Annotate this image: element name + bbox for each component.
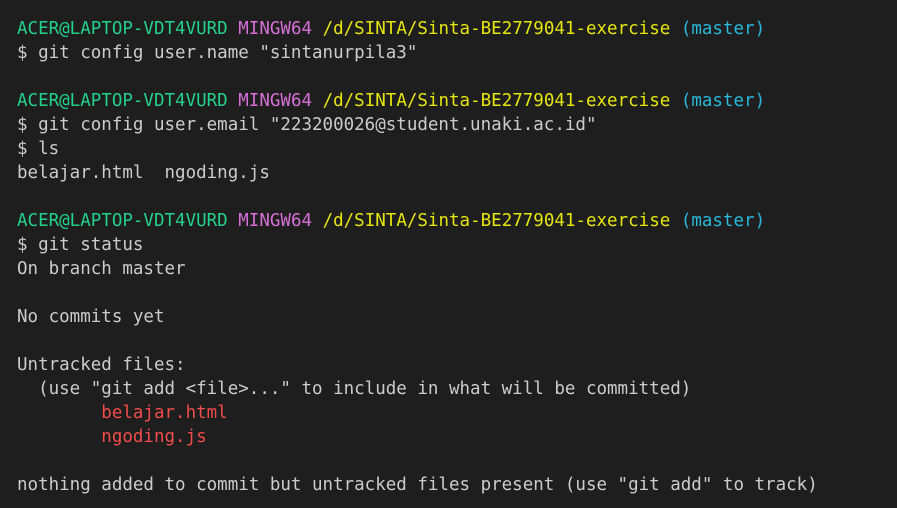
prompt-msystem: MINGW64: [238, 19, 313, 39]
prompt-branch: (master): [680, 91, 766, 111]
command-line: $ git config user.email "223200026@stude…: [17, 115, 597, 135]
prompt-line: ACER@LAPTOP-VDT4VURD MINGW64 /d/SINTA/Si…: [17, 209, 897, 233]
prompt-user-host: ACER@LAPTOP-VDT4VURD: [17, 19, 228, 39]
prompt-branch: (master): [680, 211, 766, 231]
output-line: Untracked files:: [17, 355, 186, 375]
prompt-msystem: MINGW64: [238, 91, 313, 111]
untracked-file: belajar.html: [17, 403, 228, 423]
command-line: $ ls: [17, 139, 60, 159]
output-line: No commits yet: [17, 307, 165, 327]
command-line: $ git status: [17, 235, 144, 255]
output-line: belajar.html ngoding.js: [17, 163, 270, 183]
untracked-file: ngoding.js: [17, 427, 207, 447]
command-line: $ git config user.name "sintanurpila3": [17, 43, 418, 63]
prompt-line: ACER@LAPTOP-VDT4VURD MINGW64 /d/SINTA/Si…: [17, 17, 897, 41]
output-line: On branch master: [17, 259, 186, 279]
terminal-window[interactable]: ACER@LAPTOP-VDT4VURD MINGW64 /d/SINTA/Si…: [0, 0, 897, 508]
prompt-branch: (master): [680, 19, 766, 39]
prompt-path: /d/SINTA/Sinta-BE2779041-exercise: [322, 91, 671, 111]
prompt-line: ACER@LAPTOP-VDT4VURD MINGW64 /d/SINTA/Si…: [17, 89, 897, 113]
prompt-path: /d/SINTA/Sinta-BE2779041-exercise: [322, 211, 671, 231]
prompt-path: /d/SINTA/Sinta-BE2779041-exercise: [322, 19, 671, 39]
prompt-user-host: ACER@LAPTOP-VDT4VURD: [17, 211, 228, 231]
prompt-user-host: ACER@LAPTOP-VDT4VURD: [17, 91, 228, 111]
output-line: (use "git add <file>..." to include in w…: [17, 379, 692, 399]
output-line: nothing added to commit but untracked fi…: [17, 475, 818, 495]
prompt-msystem: MINGW64: [238, 211, 313, 231]
